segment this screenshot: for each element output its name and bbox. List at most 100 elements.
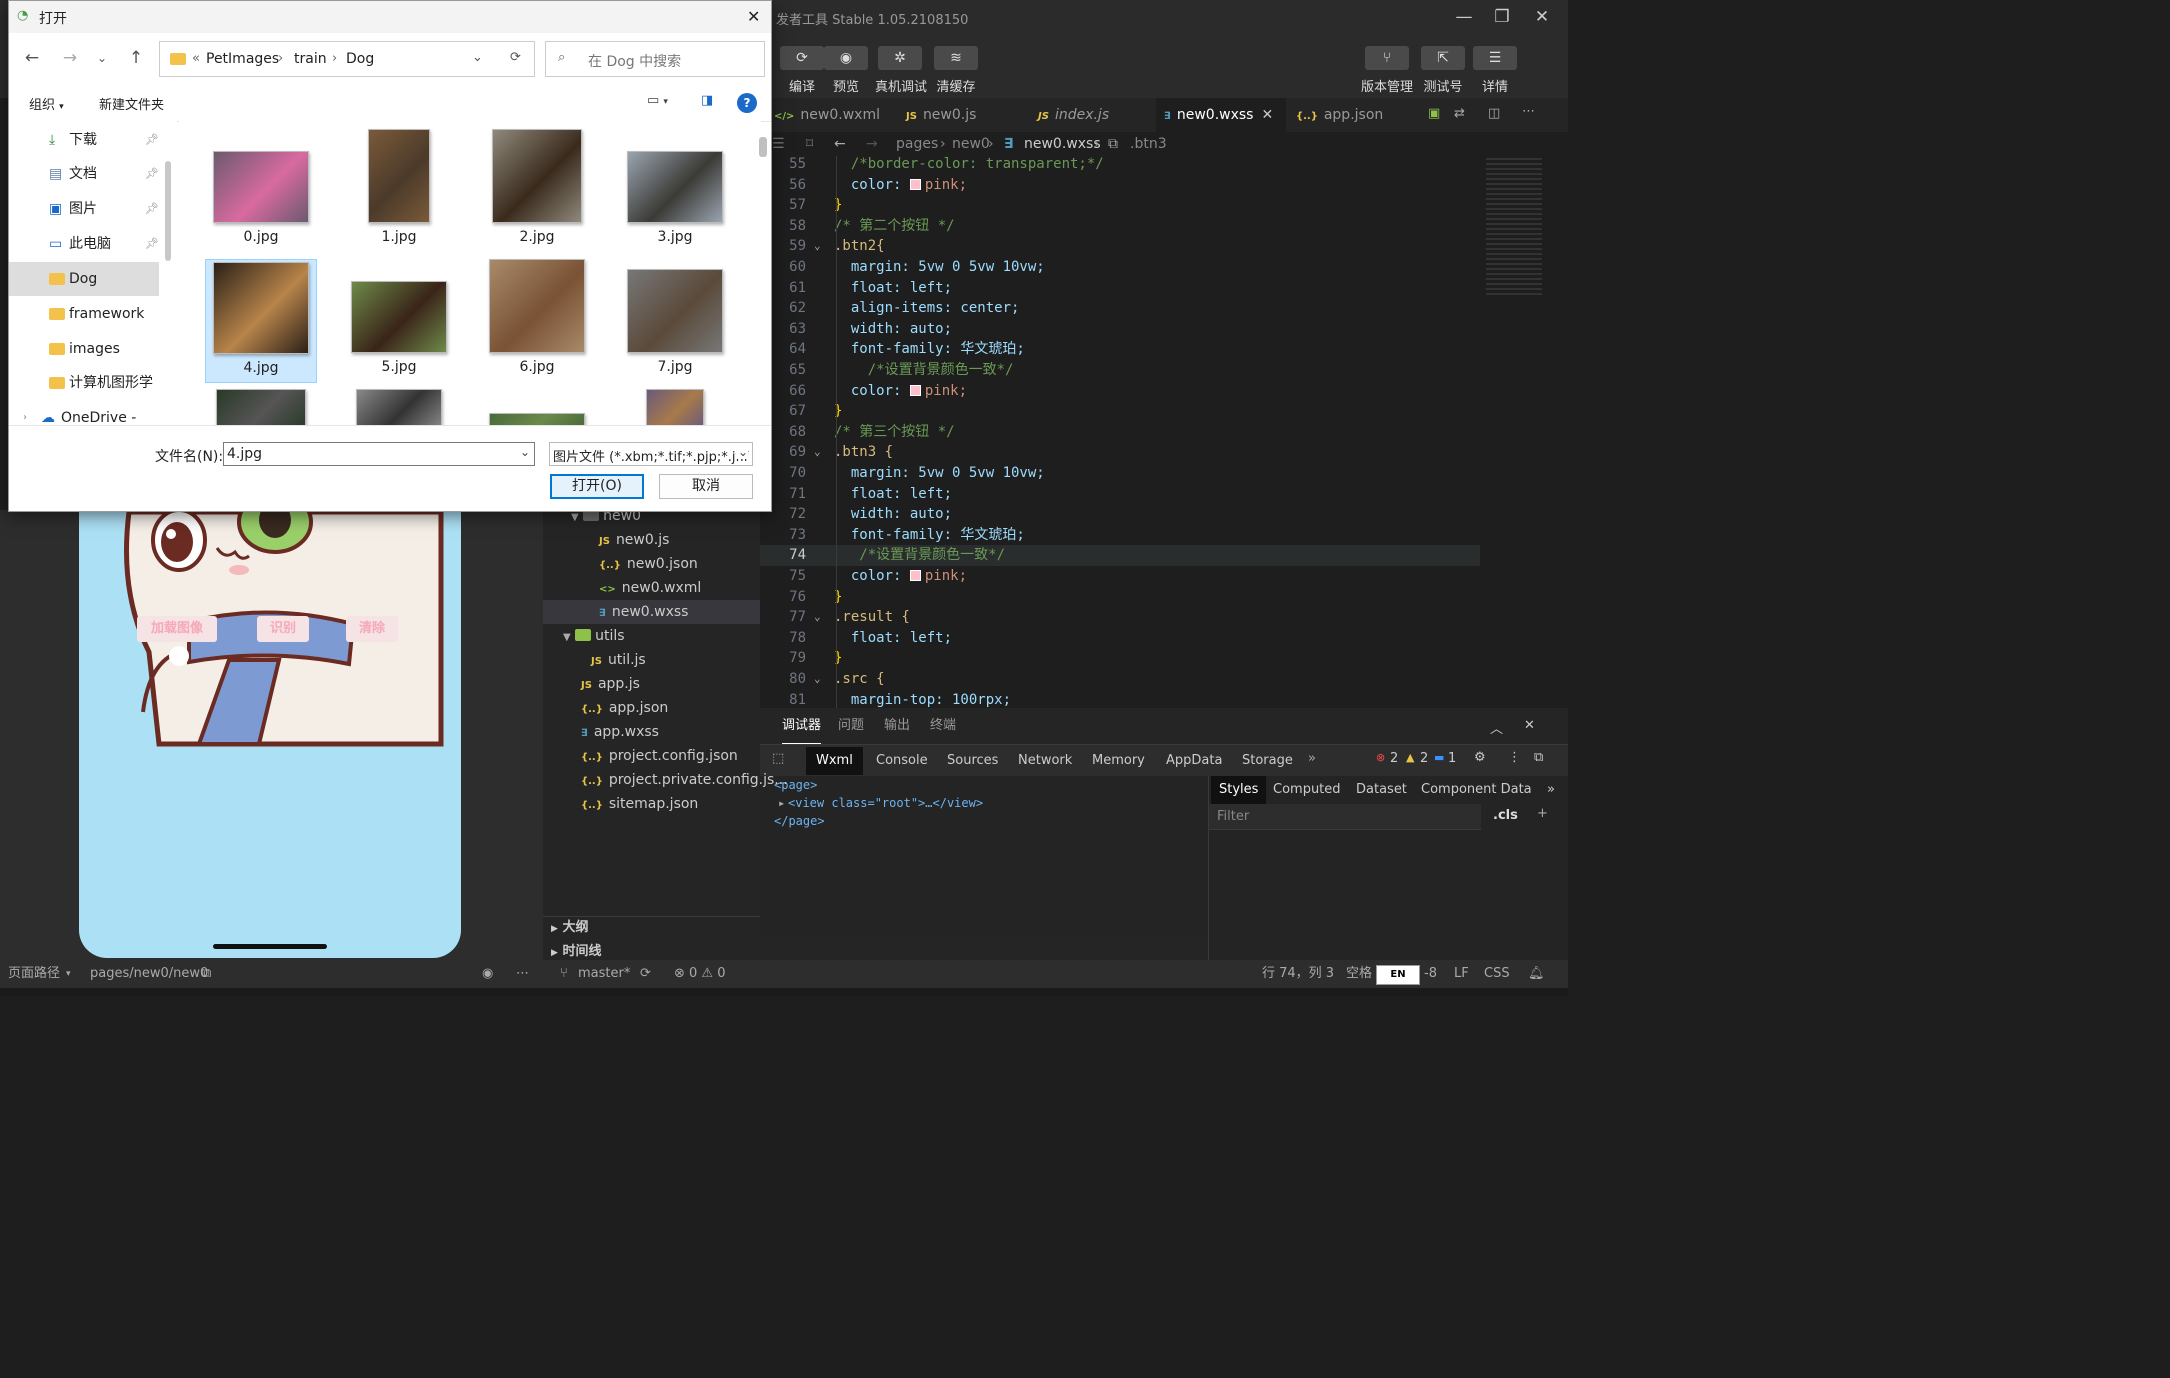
version-control-label[interactable]: 版本管理: [1356, 76, 1418, 95]
preview-pane-icon[interactable]: ◨: [701, 93, 713, 108]
nav-pictures[interactable]: ▣ 图片 📌︎: [9, 192, 159, 226]
forward-arrow-icon[interactable]: →: [866, 132, 878, 156]
panel-sources[interactable]: Sources: [947, 747, 998, 775]
tree-item-new0-js[interactable]: JS new0.js: [599, 528, 669, 552]
cls-toggle[interactable]: .cls: [1493, 808, 1518, 823]
code-line[interactable]: 71 float: left;: [760, 484, 1480, 505]
remote-debug-label[interactable]: 真机调试: [870, 76, 932, 95]
minimize-button[interactable]: —: [1444, 0, 1484, 34]
file-thumbnail[interactable]: 0.jpg: [205, 129, 317, 253]
nav-documents[interactable]: ▤ 文档 📌︎: [9, 157, 159, 191]
tab-app-json[interactable]: {..} app.json: [1296, 98, 1406, 132]
eye-icon[interactable]: ◉: [482, 960, 493, 988]
filetype-select[interactable]: 图片文件 (*.xbm;*.tif;*.pjp;*.jfif ⌄: [549, 442, 753, 466]
panel-wxml[interactable]: Wxml: [806, 747, 863, 775]
breadcrumb-selector[interactable]: .btn3: [1130, 132, 1167, 156]
page-path-label[interactable]: 页面路径: [8, 960, 60, 988]
encoding[interactable]: -8: [1424, 960, 1437, 988]
close-tab-icon[interactable]: ✕: [1261, 107, 1273, 123]
color-swatch[interactable]: [909, 178, 921, 190]
chevron-down-icon[interactable]: ⌄: [736, 445, 749, 459]
indent-setting[interactable]: 空格: [1346, 960, 1372, 988]
code-line[interactable]: 72 width: auto;: [760, 504, 1480, 525]
language-mode[interactable]: CSS: [1484, 960, 1510, 988]
phone-screen[interactable]: 加载图像 识别 清除: [79, 512, 461, 958]
clear-button[interactable]: 清除: [346, 616, 398, 642]
forward-arrow-icon[interactable]: →: [55, 41, 85, 75]
cancel-button[interactable]: 取消: [659, 474, 753, 499]
more-actions-icon[interactable]: ⋯: [1522, 104, 1535, 119]
preview-file-icon[interactable]: ▣: [1428, 106, 1440, 121]
breadcrumb-pages[interactable]: pages: [896, 132, 938, 156]
tab-dataset[interactable]: Dataset: [1356, 776, 1407, 804]
code-line[interactable]: 64 font-family: 华文琥珀;: [760, 339, 1480, 360]
breadcrumb-file[interactable]: new0.wxss: [1024, 132, 1101, 156]
color-swatch[interactable]: [909, 384, 921, 396]
tree-item-utils[interactable]: ▼ utils: [563, 624, 625, 648]
compare-icon[interactable]: ⇄: [1454, 106, 1465, 121]
branch-icon[interactable]: ⑂: [1365, 46, 1409, 70]
wxml-tree[interactable]: <page> ▸ <view class="root">…</view> </p…: [760, 776, 1208, 934]
tab-new0-js[interactable]: JS new0.js: [906, 98, 1034, 132]
bookmark-icon[interactable]: ⌑: [806, 132, 813, 156]
recognize-button[interactable]: 识别: [257, 616, 309, 642]
nav-this-pc[interactable]: ▭ 此电脑 📌︎: [9, 227, 159, 261]
nav-framework[interactable]: framework: [9, 297, 159, 331]
code-line[interactable]: 73 font-family: 华文琥珀;: [760, 525, 1480, 546]
file-thumbnail[interactable]: 5.jpg: [343, 259, 455, 383]
nav-downloads[interactable]: ⤓ 下载 📌︎: [9, 123, 159, 157]
ime-indicator[interactable]: EN: [1376, 965, 1420, 985]
line-ending[interactable]: LF: [1454, 960, 1469, 988]
tab-new0-wxml[interactable]: </> new0.wxml: [774, 98, 902, 132]
more-panels-icon[interactable]: »: [1308, 751, 1316, 766]
code-line[interactable]: 76}: [760, 587, 1480, 608]
problems-count[interactable]: ⊗ 0 ⚠ 0: [674, 960, 726, 988]
code-line[interactable]: 60 margin: 5vw 0 5vw 10vw;: [760, 257, 1480, 278]
code-line[interactable]: 58/* 第二个按钮 */: [760, 216, 1480, 237]
code-line[interactable]: 57}: [760, 195, 1480, 216]
inspect-icon[interactable]: ⬚: [772, 751, 784, 766]
tree-item-new0-wxss[interactable]: ∃ new0.wxss: [543, 600, 760, 624]
tab-index-js[interactable]: JS index.js: [1038, 98, 1156, 132]
tree-item-app-js[interactable]: JS app.js: [581, 672, 640, 696]
breadcrumb-new0[interactable]: new0: [952, 132, 990, 156]
tab-new0-wxss[interactable]: ∃ new0.wxss ✕: [1156, 98, 1286, 132]
organize-button[interactable]: 组织 ▾: [29, 94, 64, 113]
nav-graphics[interactable]: 计算机图形学: [9, 366, 159, 400]
panel-console[interactable]: Console: [876, 747, 928, 775]
file-thumbnail[interactable]: [343, 387, 455, 425]
maximize-button[interactable]: ❐: [1482, 0, 1522, 34]
code-line[interactable]: 70 margin: 5vw 0 5vw 10vw;: [760, 463, 1480, 484]
tree-item-sitemap[interactable]: {..} sitemap.json: [581, 792, 698, 816]
nav-onedrive[interactable]: › ☁ OneDrive - Pers...: [9, 409, 159, 425]
nav-scrollbar[interactable]: [165, 161, 171, 261]
cursor-position[interactable]: 行 74，列 3: [1262, 960, 1334, 988]
bug-icon[interactable]: ✲: [878, 46, 922, 70]
preview-label[interactable]: 预览: [820, 76, 872, 95]
clear-cache-label[interactable]: 清缓存: [930, 76, 982, 95]
close-panel-icon[interactable]: ✕: [1524, 718, 1535, 733]
filename-input[interactable]: 4.jpg ⌄: [223, 442, 535, 466]
fold-chevron-icon[interactable]: ⌄: [814, 236, 821, 257]
grid-scrollbar[interactable]: [759, 137, 767, 157]
tree-item-project-private-config[interactable]: {..} project.private.config.js...: [581, 768, 788, 792]
close-dialog-button[interactable]: ✕: [747, 7, 760, 26]
open-button[interactable]: 打开(O): [550, 474, 644, 499]
tab-component-data[interactable]: Component Data: [1421, 776, 1532, 804]
kebab-menu-icon[interactable]: ⋮: [1508, 750, 1521, 765]
tab-debugger[interactable]: 调试器: [782, 708, 822, 744]
new-folder-button[interactable]: 新建文件夹: [99, 94, 164, 113]
tab-output[interactable]: 输出: [884, 708, 910, 744]
fold-chevron-icon[interactable]: ⌄: [814, 669, 821, 690]
error-count[interactable]: 2: [1390, 751, 1398, 766]
code-line[interactable]: 69 ⌄ .btn3 {: [760, 442, 1480, 463]
breadcrumb-overflow[interactable]: «: [192, 51, 200, 66]
tree-item-app-json[interactable]: {..} app.json: [581, 696, 668, 720]
nav-images[interactable]: images: [9, 332, 159, 366]
tree-item-util-js[interactable]: JS util.js: [591, 648, 646, 672]
minimap[interactable]: [1480, 156, 1560, 708]
address-bar[interactable]: « PetImages › train › Dog ⌄ ⟳: [159, 41, 535, 77]
close-window-button[interactable]: ✕: [1522, 0, 1562, 34]
more-tabs-icon[interactable]: »: [1547, 776, 1555, 804]
list-icon[interactable]: ☰: [772, 132, 785, 156]
